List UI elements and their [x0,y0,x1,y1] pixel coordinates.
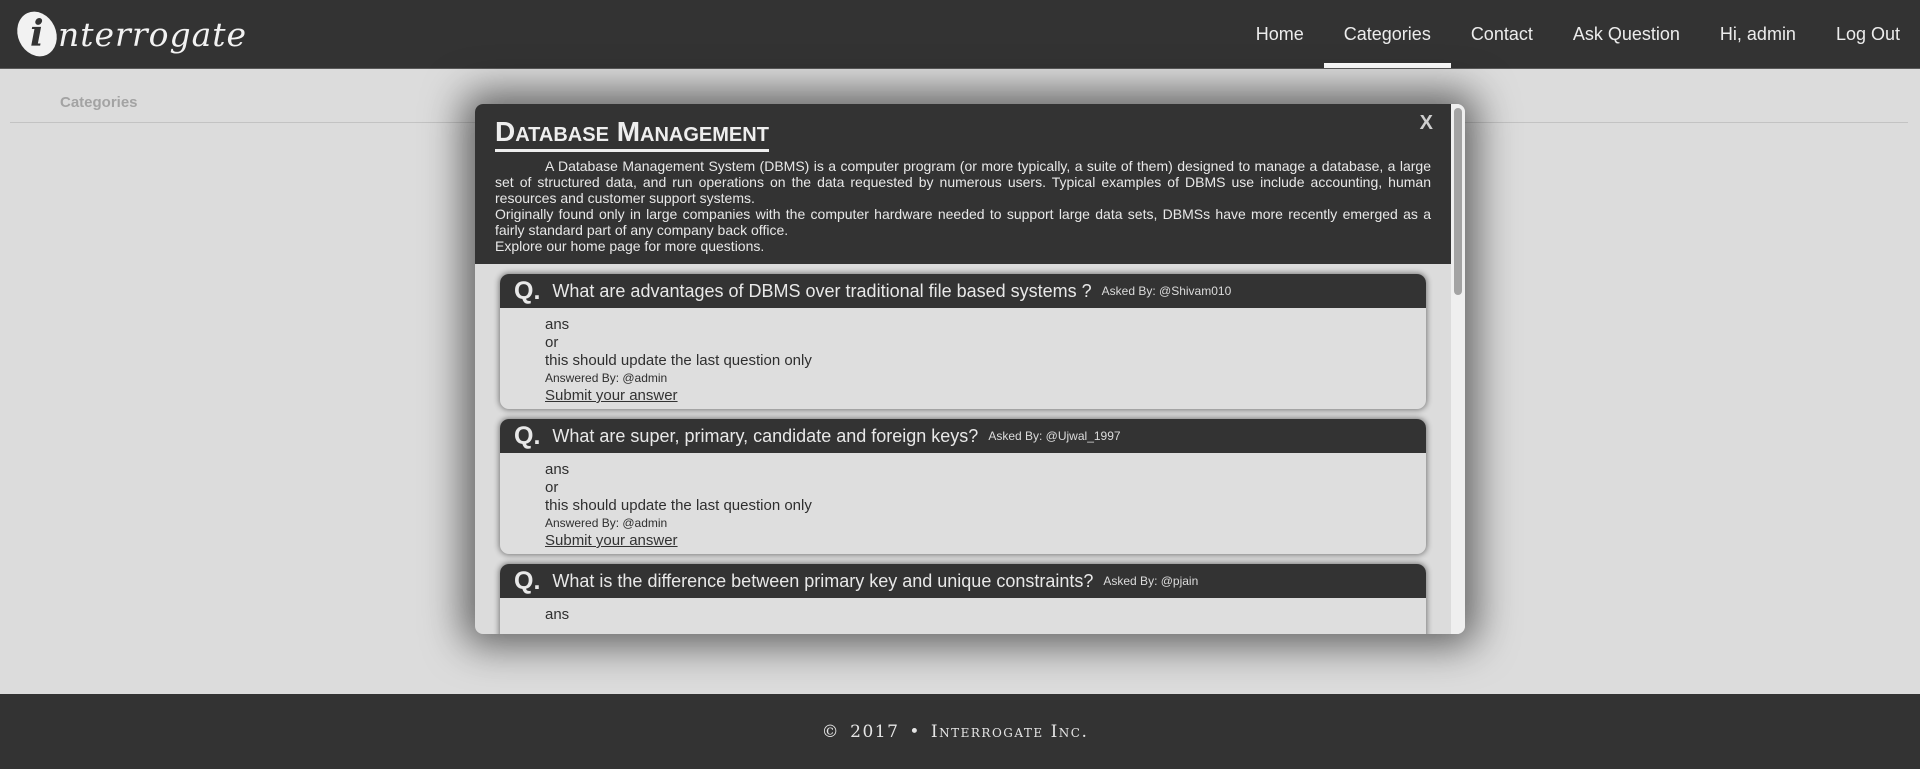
question-mark-label: Q. [514,566,541,595]
answered-by: Answered By: @admin [545,371,668,385]
asked-by: Asked By: @Shivam010 [1101,284,1232,298]
nav-contact[interactable]: Contact [1451,0,1553,68]
answer-line: this should update the last question onl… [545,497,812,514]
nav-user-greeting[interactable]: Hi, admin [1700,0,1816,68]
question-text: What are super, primary, candidate and f… [552,425,979,446]
main-nav: Home Categories Contact Ask Question Hi,… [1236,0,1920,68]
site-footer: © 2017 • Interrogate Inc. [0,694,1920,769]
question-card: Q. What are advantages of DBMS over trad… [500,274,1426,409]
copyright-symbol: © [821,721,841,742]
description-paragraph: A Database Management System (DBMS) is a… [495,158,1431,206]
footer-separator: • [909,721,921,742]
modal-content[interactable]: X Database Management A Database Managem… [475,104,1451,634]
answer-line: ans [545,461,570,478]
answer-line [545,624,1414,634]
footer-year: 2017 [850,721,900,742]
answer-body: ans [500,598,1426,634]
question-text: What is the difference between primary k… [552,570,1094,591]
question-header: Q. What are super, primary, candidate an… [500,419,1426,453]
submit-answer-link[interactable]: Submit your answer [545,532,678,550]
modal-scrollbar[interactable] [1451,104,1465,634]
nav-categories[interactable]: Categories [1323,0,1451,68]
site-logo[interactable]: i nterrogate [10,5,248,63]
nav-home[interactable]: Home [1236,0,1324,68]
question-card: Q. What is the difference between primar… [500,564,1426,634]
question-card: Q. What are super, primary, candidate an… [500,419,1426,554]
question-header: Q. What is the difference between primar… [500,564,1426,598]
description-paragraph: Explore our home page for more questions… [495,238,765,254]
scrollbar-thumb[interactable] [1454,108,1462,295]
answer-body: ans or this should update the last quest… [500,308,1426,409]
question-mark-label: Q. [514,276,541,305]
answer-line: or [545,334,559,351]
modal-title: Database Management [495,116,769,152]
answered-by: Answered By: @admin [545,516,668,530]
answer-line: ans [545,316,570,333]
question-header: Q. What are advantages of DBMS over trad… [500,274,1426,308]
logo-text: nterrogate [58,14,248,54]
asked-by: Asked By: @pjain [1103,574,1199,588]
answer-body: ans or this should update the last quest… [500,453,1426,554]
breadcrumb: Categories [60,94,138,111]
submit-answer-link[interactable]: Submit your answer [545,387,678,405]
nav-log-out[interactable]: Log Out [1816,0,1920,68]
description-paragraph: Originally found only in large companies… [495,206,1431,238]
top-navbar: i nterrogate Home Categories Contact Ask… [0,0,1920,69]
answer-line: ans [545,606,570,623]
category-modal: X Database Management A Database Managem… [475,104,1465,634]
asked-by: Asked By: @Ujwal_1997 [988,429,1121,443]
category-description: A Database Management System (DBMS) is a… [495,158,1431,254]
logo-i-icon: i [10,5,64,63]
question-mark-label: Q. [514,421,541,450]
nav-ask-question[interactable]: Ask Question [1553,0,1700,68]
close-button[interactable]: X [1420,112,1433,135]
answer-line: this should update the last question onl… [545,352,812,369]
question-text: What are advantages of DBMS over traditi… [552,280,1092,301]
modal-header: X Database Management A Database Managem… [475,104,1451,264]
answer-line: or [545,479,559,496]
footer-company: Interrogate Inc. [930,721,1089,742]
